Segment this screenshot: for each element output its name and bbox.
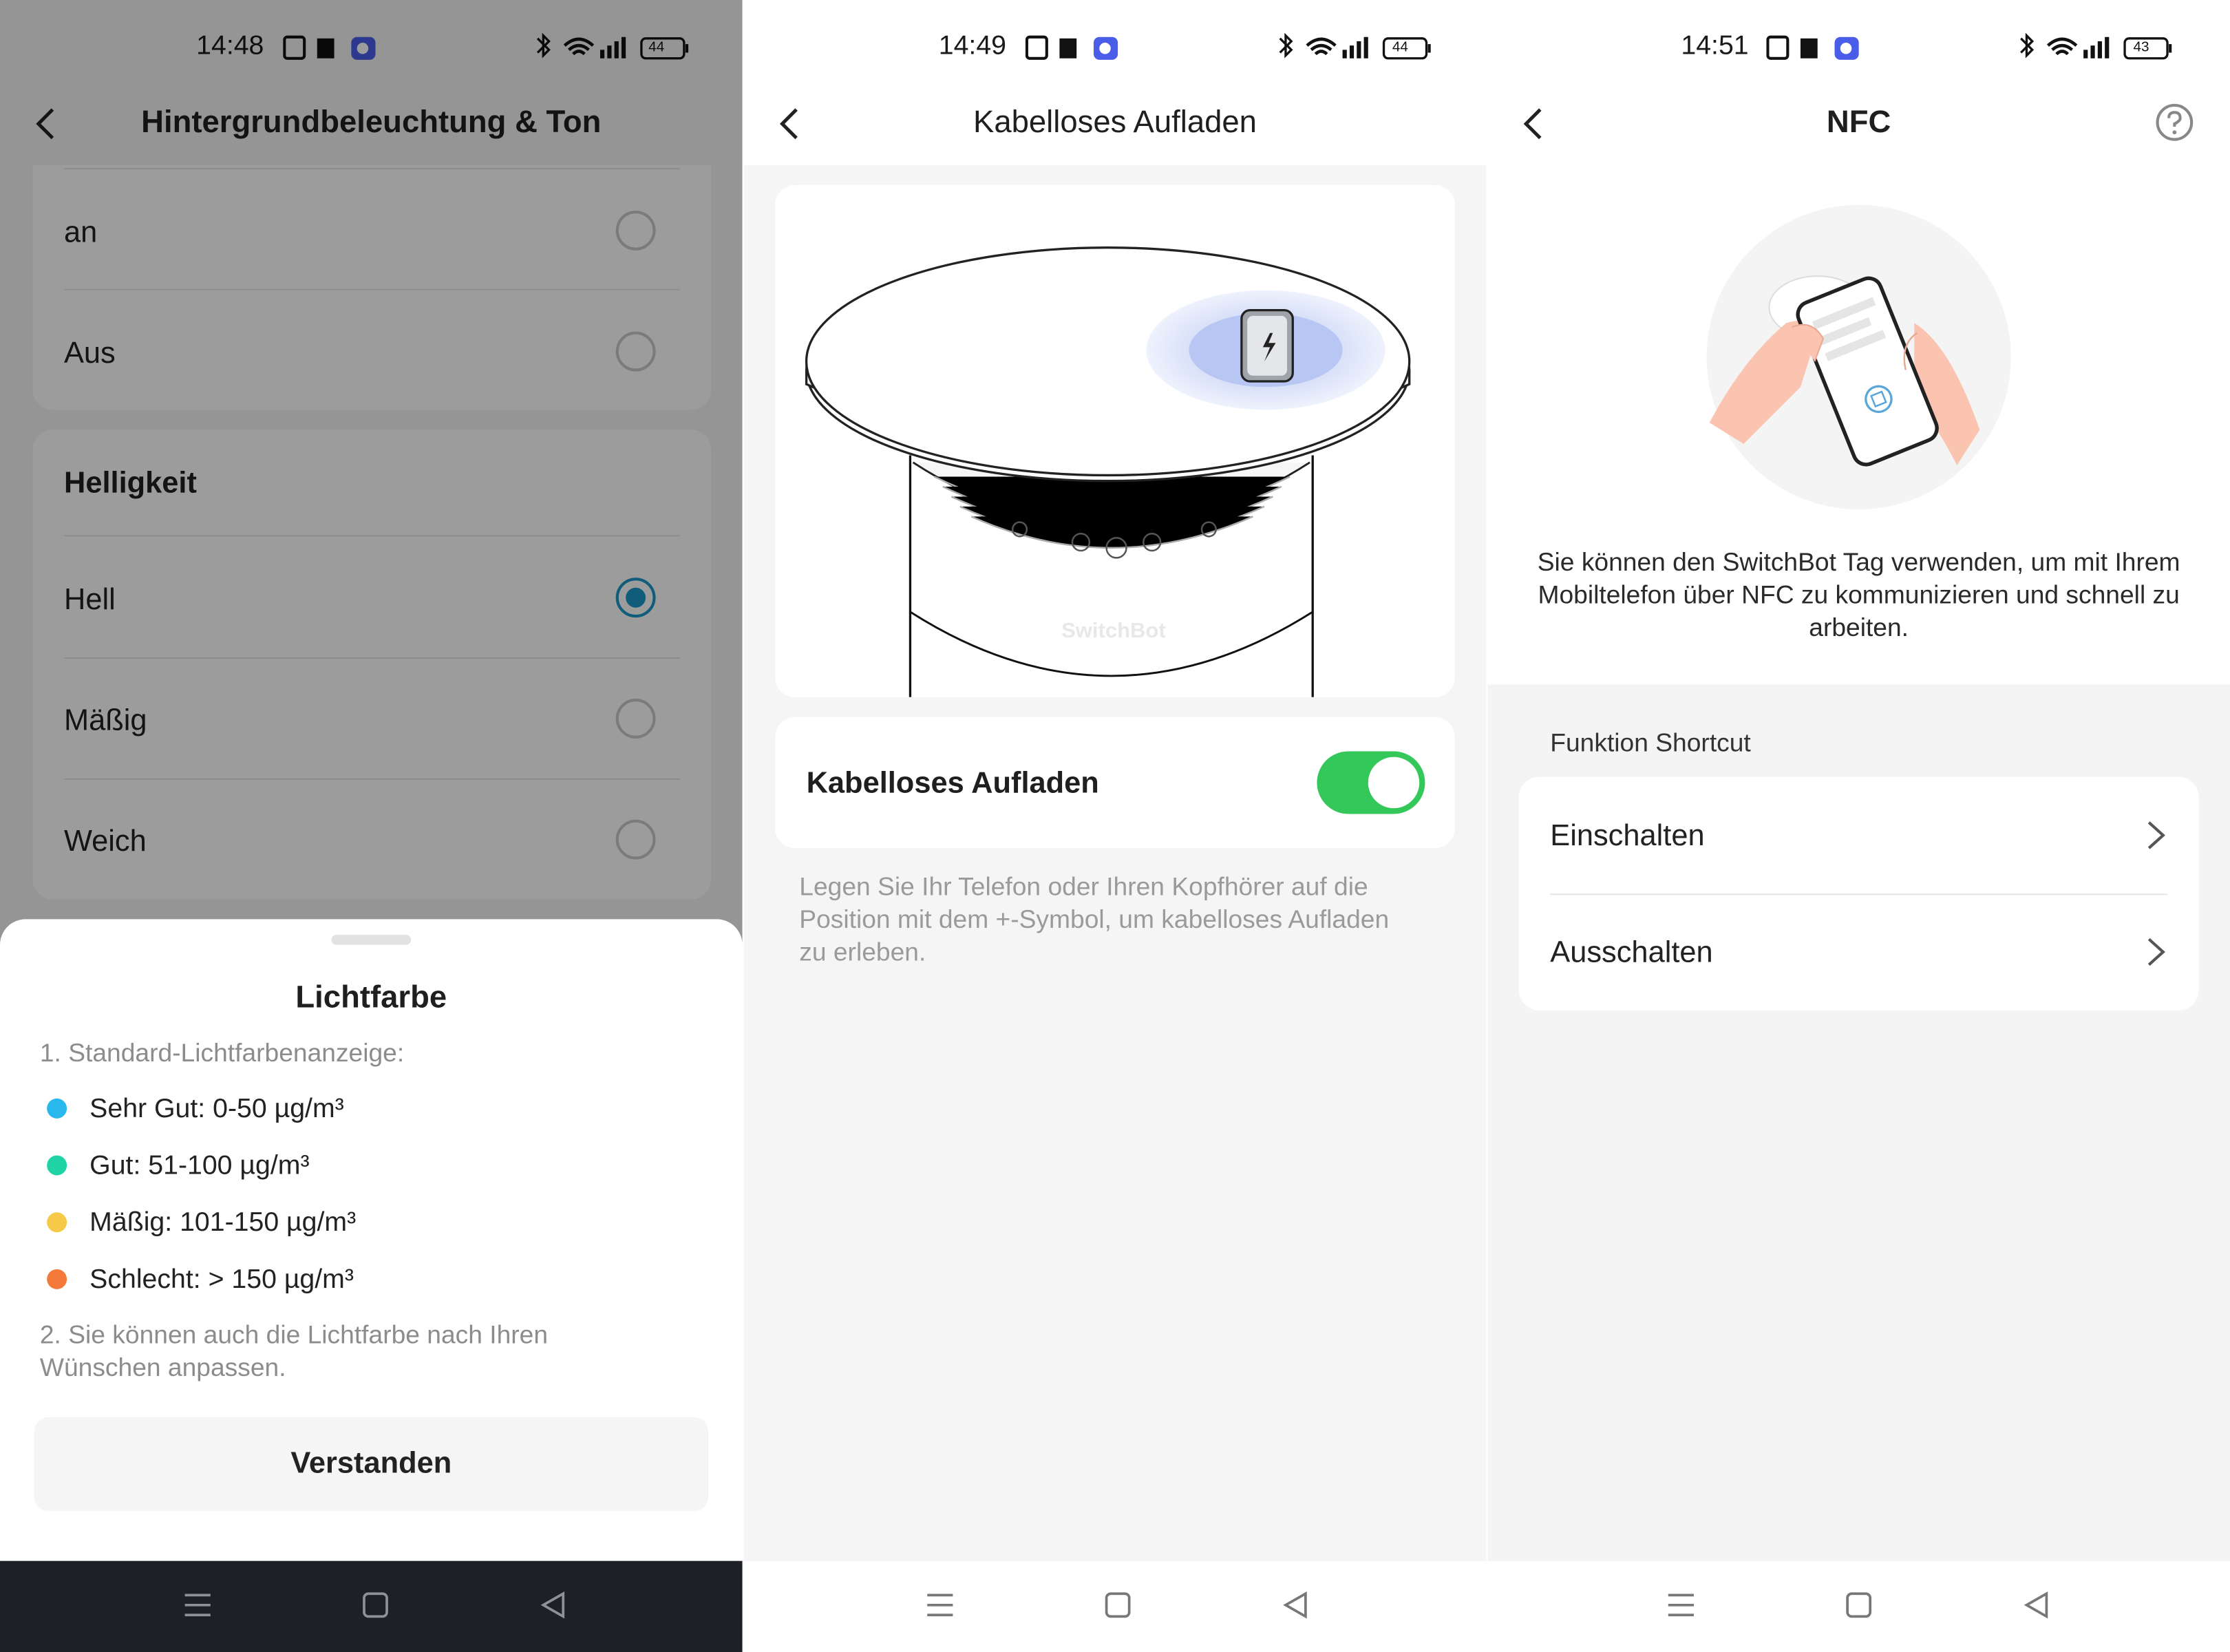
section-title: Funktion Shortcut bbox=[1550, 728, 1751, 757]
brand-watermark: SwitchBot bbox=[1061, 618, 1166, 642]
legend-item: Sehr Gut: 0-50 µg/m³ bbox=[89, 1094, 344, 1125]
battery-level: 44 bbox=[1392, 39, 1408, 56]
color-dot-bad bbox=[47, 1269, 67, 1289]
page-header: NFC bbox=[1487, 85, 2230, 165]
battery-level: 43 bbox=[2133, 39, 2149, 56]
color-dot-good bbox=[47, 1155, 67, 1176]
status-bar: 14:51 43 bbox=[1487, 0, 2230, 97]
screen-wireless-charging: 14:49 44 Kabelloses Aufladen SwitchBot K… bbox=[743, 0, 1487, 1652]
shortcut-label: Ausschalten bbox=[1550, 936, 1713, 969]
wireless-charging-toggle-row: Kabelloses Aufladen bbox=[775, 717, 1455, 849]
menu-icon[interactable] bbox=[1666, 1589, 1697, 1620]
legend-item: Schlecht: > 150 µg/m³ bbox=[89, 1264, 354, 1295]
signal-icons bbox=[2020, 32, 2172, 60]
sheet-title: Lichtfarbe bbox=[295, 979, 447, 1015]
home-square-icon[interactable] bbox=[360, 1589, 391, 1620]
system-nav-bar bbox=[1487, 1560, 2230, 1652]
wireless-charging-switch[interactable] bbox=[1317, 751, 1425, 814]
nfc-tag-illustration bbox=[1706, 204, 2011, 510]
system-nav-bar bbox=[0, 1560, 743, 1652]
customize-note: 2. Sie können auch die Lichtfarbe nach I… bbox=[39, 1320, 549, 1382]
legend-item: Mäßig: 101-150 µg/m³ bbox=[89, 1208, 357, 1238]
page-header: Kabelloses Aufladen bbox=[743, 85, 1487, 165]
home-square-icon[interactable] bbox=[1102, 1589, 1133, 1620]
air-purifier-illustration: SwitchBot bbox=[805, 246, 1411, 697]
light-color-sheet: Lichtfarbe 1. Standard-Lichtfarbenanzeig… bbox=[0, 919, 743, 1561]
back-triangle-icon[interactable] bbox=[1280, 1589, 1311, 1620]
home-square-icon[interactable] bbox=[1843, 1589, 1874, 1620]
screen-nfc: 14:51 43 NFC Sie können den SwitchBot Ta… bbox=[1487, 0, 2230, 1652]
color-dot-very-good bbox=[47, 1098, 67, 1119]
shortcut-list: Einschalten Ausschalten bbox=[1518, 776, 2199, 1010]
chevron-right-icon bbox=[2147, 821, 2165, 849]
notification-icons bbox=[1025, 35, 1118, 60]
status-time: 14:51 bbox=[1681, 31, 1749, 61]
nfc-description: Sie können den SwitchBot Tag verwenden, … bbox=[1537, 547, 2180, 642]
sheet-handle[interactable] bbox=[331, 935, 412, 945]
menu-icon[interactable] bbox=[182, 1589, 213, 1620]
page-title: NFC bbox=[1826, 103, 1891, 140]
question-circle-icon[interactable] bbox=[2154, 103, 2194, 142]
back-triangle-icon[interactable] bbox=[538, 1589, 569, 1620]
toggle-label: Kabelloses Aufladen bbox=[806, 767, 1099, 800]
color-dot-moderate bbox=[47, 1212, 67, 1233]
shortcut-item-einschalten[interactable]: Einschalten bbox=[1519, 777, 2199, 894]
status-time: 14:49 bbox=[938, 31, 1007, 61]
signal-icons bbox=[1279, 32, 1431, 60]
shortcut-label: Einschalten bbox=[1550, 819, 1705, 853]
shortcut-item-ausschalten[interactable]: Ausschalten bbox=[1519, 895, 2199, 1010]
page-title: Kabelloses Aufladen bbox=[973, 103, 1257, 140]
back-triangle-icon[interactable] bbox=[2021, 1589, 2052, 1620]
notification-icons bbox=[1766, 35, 1859, 60]
legend-item: Gut: 51-100 µg/m³ bbox=[89, 1151, 310, 1181]
menu-icon[interactable] bbox=[924, 1589, 955, 1620]
charging-hint: Legen Sie Ihr Telefon oder Ihren Kopfhör… bbox=[799, 872, 1390, 966]
chevron-right-icon bbox=[2147, 938, 2165, 966]
device-illustration: SwitchBot bbox=[775, 184, 1455, 697]
legend-intro: 1. Standard-Lichtfarbenanzeige: bbox=[39, 1039, 405, 1068]
screen-brightness: 14:48 44 Hintergrundbeleuchtung & Ton an… bbox=[0, 0, 743, 1652]
understood-button[interactable]: Verstanden bbox=[34, 1417, 709, 1512]
system-nav-bar bbox=[743, 1560, 1487, 1652]
status-bar: 14:49 44 bbox=[743, 0, 1487, 97]
